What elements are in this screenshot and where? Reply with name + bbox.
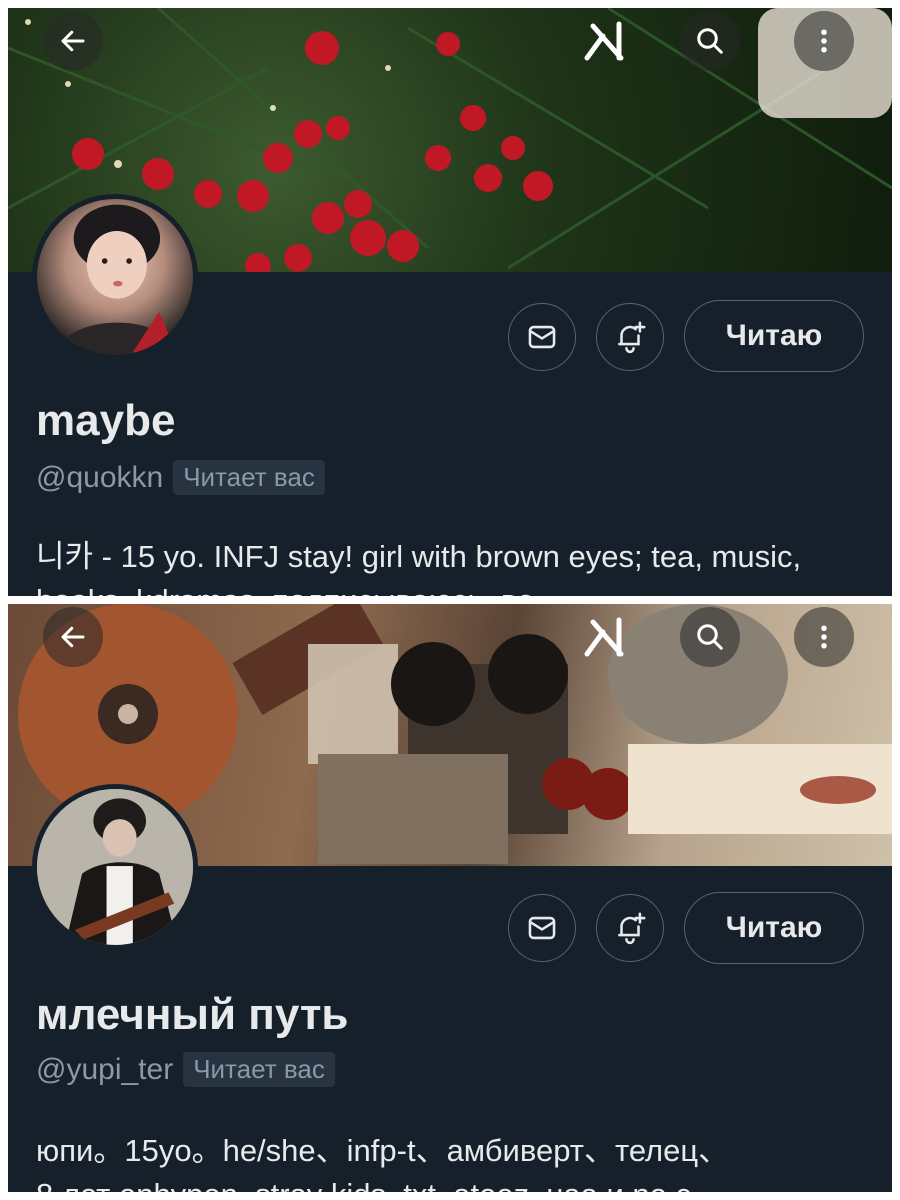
back-button[interactable]: [43, 11, 103, 71]
search-icon: [697, 28, 723, 54]
bell-plus-icon: [618, 321, 646, 354]
mail-icon: [528, 325, 556, 349]
message-button[interactable]: [508, 894, 576, 962]
follows-you-badge: Читает вас: [173, 460, 325, 495]
bio-line: юпи。15yo。he/she、infp-t、амбиверт、телец、: [36, 1133, 730, 1168]
handle-row: @yupi_ter Читает вас: [36, 1052, 335, 1087]
notifications-button[interactable]: [596, 894, 664, 962]
more-vertical-icon: [821, 29, 827, 53]
bio-line: books, kdramas, подписываюсь, ве: [36, 579, 876, 596]
profile-screenshot-2: Читаю млечный путь @yupi_ter Читает вас …: [8, 604, 892, 1192]
profile-bio: юпи。15yo。he/she、infp-t、амбиверт、телец、 8…: [36, 1129, 876, 1192]
more-options-button[interactable]: [794, 607, 854, 667]
username-handle: @yupi_ter: [36, 1052, 174, 1086]
back-button[interactable]: [43, 607, 103, 667]
more-vertical-icon: [821, 625, 827, 649]
profile-bio: 니카 - 15 yo. INFJ stay! girl with brown e…: [36, 535, 876, 596]
search-button[interactable]: [680, 11, 740, 71]
more-options-button[interactable]: [794, 11, 854, 71]
profile-screenshot-1: Читаю maybe @quokkn Читает вас 니카 - 15 y…: [8, 8, 892, 596]
mail-icon: [528, 916, 556, 940]
display-name: млечный путь: [36, 990, 349, 1039]
bell-plus-icon: [618, 912, 646, 945]
following-button[interactable]: Читаю: [684, 300, 864, 372]
bio-line: 8 лет enhypen, stray kids, txt, ateez, н…: [36, 1173, 876, 1192]
notifications-button[interactable]: [596, 303, 664, 371]
profile-avatar[interactable]: [32, 784, 198, 950]
follows-you-badge: Читает вас: [183, 1052, 335, 1087]
username-handle: @quokkn: [36, 460, 164, 494]
avatar-photo: [55, 204, 178, 355]
search-button[interactable]: [680, 607, 740, 667]
bio-line: 니카 - 15 yo. INFJ stay! girl with brown e…: [36, 539, 802, 574]
display-name: maybe: [36, 396, 176, 445]
grok-logo-icon[interactable]: [581, 18, 629, 66]
search-icon: [697, 624, 723, 650]
handle-row: @quokkn Читает вас: [36, 460, 325, 495]
back-arrow-icon: [61, 626, 85, 648]
message-button[interactable]: [508, 303, 576, 371]
following-button[interactable]: Читаю: [684, 892, 864, 964]
profile-avatar[interactable]: [32, 194, 198, 360]
back-arrow-icon: [61, 30, 85, 52]
grok-logo-icon[interactable]: [581, 614, 629, 662]
avatar-photo: [37, 789, 193, 945]
